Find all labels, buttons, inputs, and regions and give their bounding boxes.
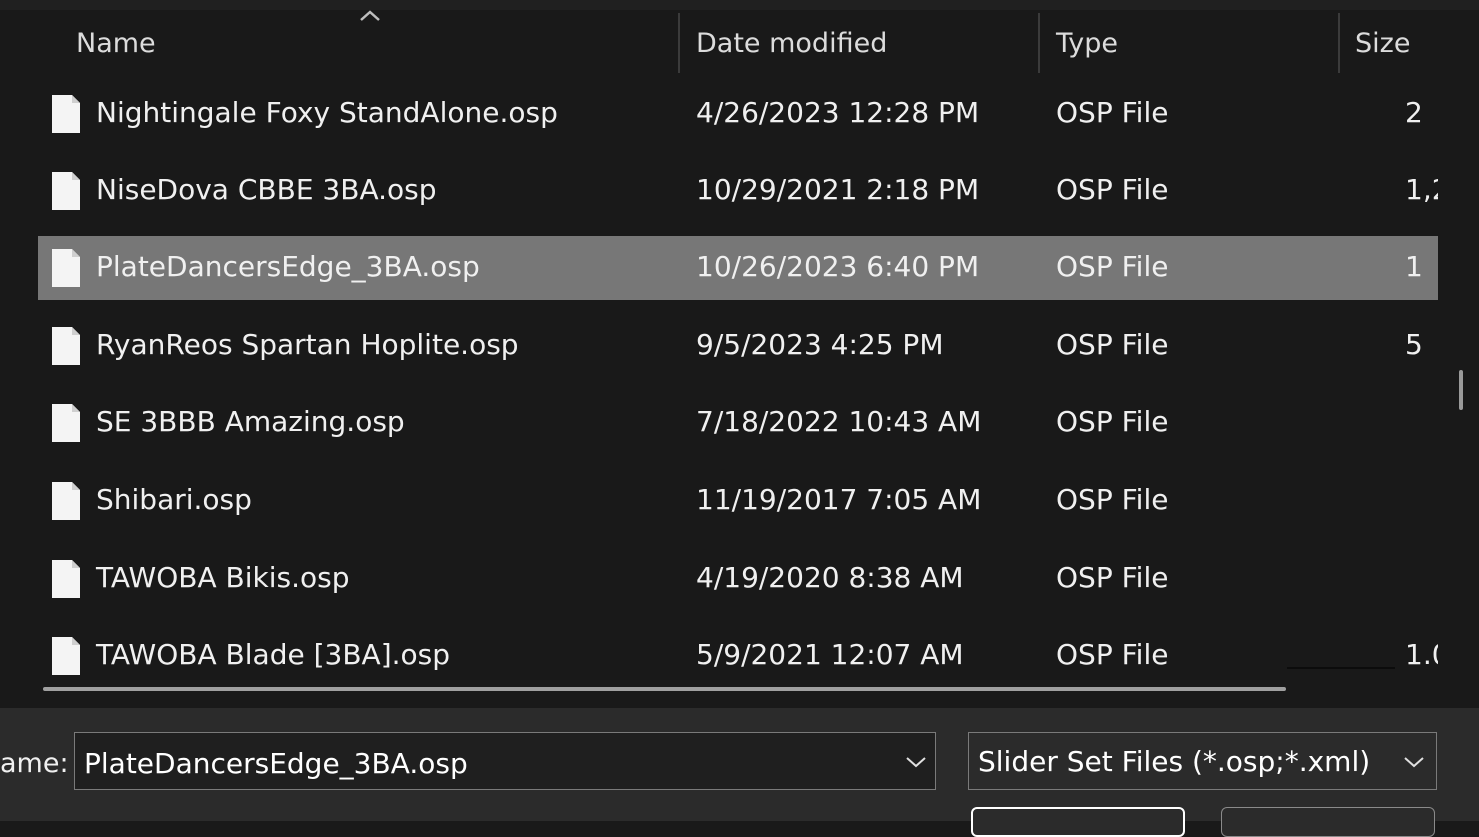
file-date: 9/5/2023 4:25 PM — [696, 328, 944, 361]
file-type: OSP File — [1056, 561, 1169, 594]
file-icon — [52, 95, 80, 133]
top-strip — [0, 0, 1479, 10]
file-row[interactable]: Shibari.osp 11/19/2017 7:05 AM OSP File — [38, 469, 1438, 533]
column-date-label: Date modified — [696, 28, 888, 59]
file-name: NiseDova CBBE 3BA.osp — [96, 173, 437, 206]
file-name: Nightingale Foxy StandAlone.osp — [96, 96, 558, 129]
file-row[interactable]: TAWOBA Blade [3BA].osp 5/9/2021 12:07 AM… — [38, 624, 1438, 688]
chevron-down-icon[interactable] — [1401, 753, 1427, 771]
column-size-label: Size — [1355, 28, 1411, 59]
chevron-down-icon[interactable] — [903, 753, 929, 771]
row-edge-line — [1287, 667, 1395, 669]
file-date: 11/19/2017 7:05 AM — [696, 483, 982, 516]
file-type-select[interactable]: Slider Set Files (*.osp;*.xml) — [968, 732, 1437, 790]
file-icon — [52, 637, 80, 675]
file-size: 1.0 — [1405, 638, 1438, 671]
file-date: 10/29/2021 2:18 PM — [696, 173, 980, 206]
column-header: Name Date modified Type Size — [0, 10, 1440, 80]
file-date: 4/26/2023 12:28 PM — [696, 96, 980, 129]
file-date: 5/9/2021 12:07 AM — [696, 638, 964, 671]
horizontal-scroll-thumb[interactable] — [43, 687, 1286, 691]
file-name-label: ame: — [0, 748, 69, 779]
file-icon — [52, 249, 80, 287]
file-date: 10/26/2023 6:40 PM — [696, 250, 980, 283]
file-type: OSP File — [1056, 96, 1169, 129]
file-name: PlateDancersEdge_3BA.osp — [96, 250, 480, 283]
file-type: OSP File — [1056, 483, 1169, 516]
file-icon — [52, 327, 80, 365]
column-name-label: Name — [76, 28, 156, 59]
column-header-date[interactable]: Date modified — [680, 10, 1040, 80]
file-row[interactable]: Nightingale Foxy StandAlone.osp 4/26/202… — [38, 82, 1438, 146]
vertical-scrollbar[interactable] — [1440, 10, 1479, 708]
column-header-type[interactable]: Type — [1040, 10, 1340, 80]
file-icon — [52, 482, 80, 520]
file-size: 5 — [1405, 328, 1423, 361]
file-row[interactable]: RyanReos Spartan Hoplite.osp 9/5/2023 4:… — [38, 314, 1438, 378]
file-name-combobox[interactable]: PlateDancersEdge_3BA.osp — [74, 732, 936, 790]
file-row[interactable]: SE 3BBB Amazing.osp 7/18/2022 10:43 AM O… — [38, 391, 1438, 455]
file-date: 7/18/2022 10:43 AM — [696, 405, 982, 438]
file-size: 1 — [1405, 250, 1423, 283]
file-row[interactable]: NiseDova CBBE 3BA.osp 10/29/2021 2:18 PM… — [38, 159, 1438, 223]
file-date: 4/19/2020 8:38 AM — [696, 561, 964, 594]
file-type: OSP File — [1056, 405, 1169, 438]
file-type: OSP File — [1056, 328, 1169, 361]
column-type-label: Type — [1056, 28, 1119, 59]
file-name: TAWOBA Blade [3BA].osp — [96, 638, 451, 671]
file-size: 2 — [1405, 96, 1423, 129]
file-list[interactable]: Name Date modified Type Size Nightingale… — [0, 10, 1440, 708]
column-header-size[interactable]: Size — [1340, 10, 1440, 80]
file-type: OSP File — [1056, 173, 1169, 206]
file-size: 1,2 — [1405, 173, 1438, 206]
file-icon — [52, 560, 80, 598]
file-name-input[interactable]: PlateDancersEdge_3BA.osp — [84, 747, 468, 780]
vertical-scroll-thumb[interactable] — [1459, 370, 1463, 410]
file-icon — [52, 404, 80, 442]
file-row-selected[interactable]: PlateDancersEdge_3BA.osp 10/26/2023 6:40… — [38, 236, 1438, 300]
file-type-value: Slider Set Files (*.osp;*.xml) — [978, 745, 1371, 778]
file-name: RyanReos Spartan Hoplite.osp — [96, 328, 519, 361]
file-icon — [52, 172, 80, 210]
cancel-button[interactable] — [1221, 807, 1435, 837]
file-type: OSP File — [1056, 638, 1169, 671]
file-name: SE 3BBB Amazing.osp — [96, 405, 405, 438]
file-row[interactable]: TAWOBA Bikis.osp 4/19/2020 8:38 AM OSP F… — [38, 547, 1438, 611]
dialog-bottom-bar: ame: PlateDancersEdge_3BA.osp Slider Set… — [0, 708, 1479, 837]
open-button[interactable] — [971, 807, 1185, 837]
sort-up-icon — [360, 10, 380, 21]
column-header-name[interactable]: Name — [0, 10, 680, 80]
file-name: Shibari.osp — [96, 483, 252, 516]
file-name: TAWOBA Bikis.osp — [96, 561, 350, 594]
file-type: OSP File — [1056, 250, 1169, 283]
